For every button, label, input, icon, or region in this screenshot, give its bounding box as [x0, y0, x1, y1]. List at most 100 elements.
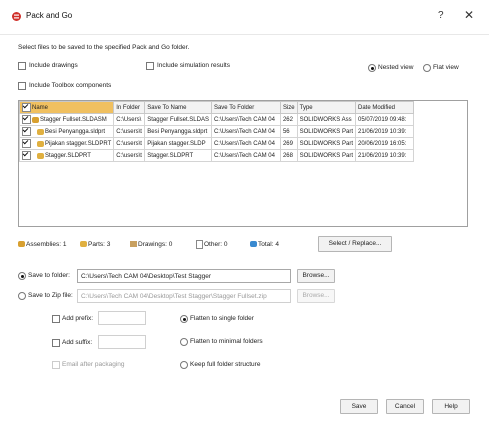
date-cell: 20/06/2019 16:05: [354, 137, 414, 150]
table-row[interactable]: Pijakan stagger.SLDPRT C:\users\t Pijaka… [19, 137, 414, 150]
save-folder-path-input[interactable]: C:\Users\Tech CAM 04\Desktop\Test Stagge… [77, 269, 291, 283]
add-prefix-checkbox[interactable] [52, 315, 60, 323]
document-icon [196, 239, 203, 249]
select-all-checkbox[interactable] [22, 103, 31, 112]
file-grid: Name In Folder Save To Name Save To Fold… [18, 100, 468, 227]
other-count: Other: 0 [204, 240, 228, 248]
include-simulation-checkbox[interactable] [146, 62, 154, 70]
flat-view-radio[interactable] [423, 64, 431, 72]
include-simulation-label: Include simulation results [157, 62, 230, 69]
type-cell: SOLIDWORKS Part [296, 149, 356, 162]
save-to-folder-radio[interactable] [18, 272, 26, 280]
parts-count: Parts: 3 [88, 240, 111, 248]
summary-drawings: Drawings: 0 [130, 238, 172, 250]
assemblies-count: Assemblies: 1 [26, 240, 67, 248]
table-row[interactable]: Stagger Fullset.SLDASM C:\Users\ Stagger… [19, 113, 414, 126]
save-folder-cell[interactable]: C:\Users\Tech CAM 04 [210, 137, 281, 150]
include-toolbox-checkbox[interactable] [18, 82, 26, 90]
help-button[interactable]: Help [432, 399, 470, 414]
column-header-in-folder[interactable]: In Folder [113, 101, 146, 114]
size-cell: 262 [279, 113, 298, 126]
flat-view-label: Flat view [433, 64, 459, 71]
folder-icon [250, 241, 257, 247]
assembly-icon [32, 116, 39, 123]
summary-total: Total: 4 [250, 238, 279, 250]
name-cell[interactable]: Besi Penyangga.sldprt [19, 125, 115, 138]
column-header-size[interactable]: Size [279, 101, 298, 114]
column-header-name[interactable]: Name [19, 101, 115, 114]
summary-other: Other: 0 [196, 238, 227, 250]
summary-assemblies: Assemblies: 1 [18, 238, 66, 250]
part-icon [37, 140, 44, 147]
row-checkbox[interactable] [22, 115, 31, 124]
grid-header-row: Name In Folder Save To Name Save To Fold… [19, 101, 414, 114]
save-to-zip-radio[interactable] [18, 292, 26, 300]
browse-zip-button: Browse... [297, 289, 335, 303]
name-cell[interactable]: Stagger Fullset.SLDASM [19, 113, 115, 126]
zip-path-input: C:\Users\Tech CAM 04\Desktop\Test Stagge… [77, 289, 291, 303]
row-checkbox[interactable] [22, 151, 31, 160]
column-header-date-modified[interactable]: Date Modified [354, 101, 414, 114]
email-after-checkbox [52, 361, 60, 369]
assembly-icon [18, 241, 25, 247]
solidworks-logo-icon [12, 12, 21, 21]
select-replace-button[interactable]: Select / Replace... [318, 236, 392, 252]
part-icon [37, 128, 44, 135]
table-row[interactable]: Stagger.SLDPRT C:\users\t Stagger.SLDPRT… [19, 149, 414, 162]
column-header-save-to-folder[interactable]: Save To Folder [210, 101, 281, 114]
add-prefix-label: Add prefix: [62, 315, 94, 322]
flatten-minimal-radio[interactable] [180, 338, 188, 346]
add-suffix-label: Add suffix: [62, 339, 93, 346]
column-header-save-to-name[interactable]: Save To Name [144, 101, 212, 114]
email-after-label: Email after packaging [62, 361, 125, 368]
save-name-cell[interactable]: Besi Penyangga.sldprt [144, 125, 212, 138]
row-checkbox[interactable] [22, 139, 31, 148]
summary-parts: Parts: 3 [80, 238, 110, 250]
size-cell: 56 [279, 125, 298, 138]
save-name-cell[interactable]: Pijakan stagger.SLDP [144, 137, 212, 150]
type-cell: SOLIDWORKS Part [296, 125, 356, 138]
cancel-button[interactable]: Cancel [386, 399, 424, 414]
part-icon [80, 241, 87, 247]
save-name-cell[interactable]: Stagger Fullset.SLDAS [144, 113, 212, 126]
column-header-type[interactable]: Type [296, 101, 356, 114]
instructions-text: Select files to be saved to the specifie… [18, 44, 190, 51]
include-toolbox-label: Include Toolbox components [29, 82, 112, 89]
date-cell: 21/06/2019 10:39: [354, 149, 414, 162]
in-folder-cell: C:\users\t [113, 137, 146, 150]
in-folder-cell: C:\users\t [113, 125, 146, 138]
save-button[interactable]: Save [340, 399, 378, 414]
close-icon[interactable]: ✕ [464, 8, 474, 22]
flatten-minimal-label: Flatten to minimal folders [190, 338, 263, 345]
save-folder-cell[interactable]: C:\Users\Tech CAM 04 [210, 125, 281, 138]
size-cell: 268 [279, 149, 298, 162]
include-drawings-label: Include drawings [29, 62, 78, 69]
add-suffix-checkbox[interactable] [52, 339, 60, 347]
include-drawings-checkbox[interactable] [18, 62, 26, 70]
drawing-icon [130, 241, 137, 247]
keep-full-label: Keep full folder structure [190, 361, 261, 368]
save-folder-cell[interactable]: C:\Users\Tech CAM 04 [210, 149, 281, 162]
row-checkbox[interactable] [22, 127, 31, 136]
nested-view-radio[interactable] [368, 64, 376, 72]
name-cell[interactable]: Pijakan stagger.SLDPRT [19, 137, 115, 150]
drawings-count: Drawings: 0 [138, 240, 173, 248]
size-cell: 269 [279, 137, 298, 150]
date-cell: 05/07/2019 09:48: [354, 113, 414, 126]
table-row[interactable]: Besi Penyangga.sldprt C:\users\t Besi Pe… [19, 125, 414, 138]
name-cell[interactable]: Stagger.SLDPRT [19, 149, 115, 162]
part-icon [37, 152, 44, 159]
flatten-single-label: Flatten to single folder [190, 315, 254, 322]
in-folder-cell: C:\users\t [113, 149, 146, 162]
keep-full-radio[interactable] [180, 361, 188, 369]
save-to-zip-label: Save to Zip file: [28, 292, 73, 299]
title-bar [0, 0, 489, 35]
help-title-button[interactable]: ? [438, 10, 444, 21]
save-name-cell[interactable]: Stagger.SLDPRT [144, 149, 212, 162]
suffix-input [98, 335, 146, 349]
browse-folder-button[interactable]: Browse... [297, 269, 335, 283]
window-title: Pack and Go [26, 11, 73, 20]
save-folder-cell[interactable]: C:\Users\Tech CAM 04 [210, 113, 281, 126]
flatten-single-radio[interactable] [180, 315, 188, 323]
nested-view-label: Nested view [378, 64, 414, 71]
